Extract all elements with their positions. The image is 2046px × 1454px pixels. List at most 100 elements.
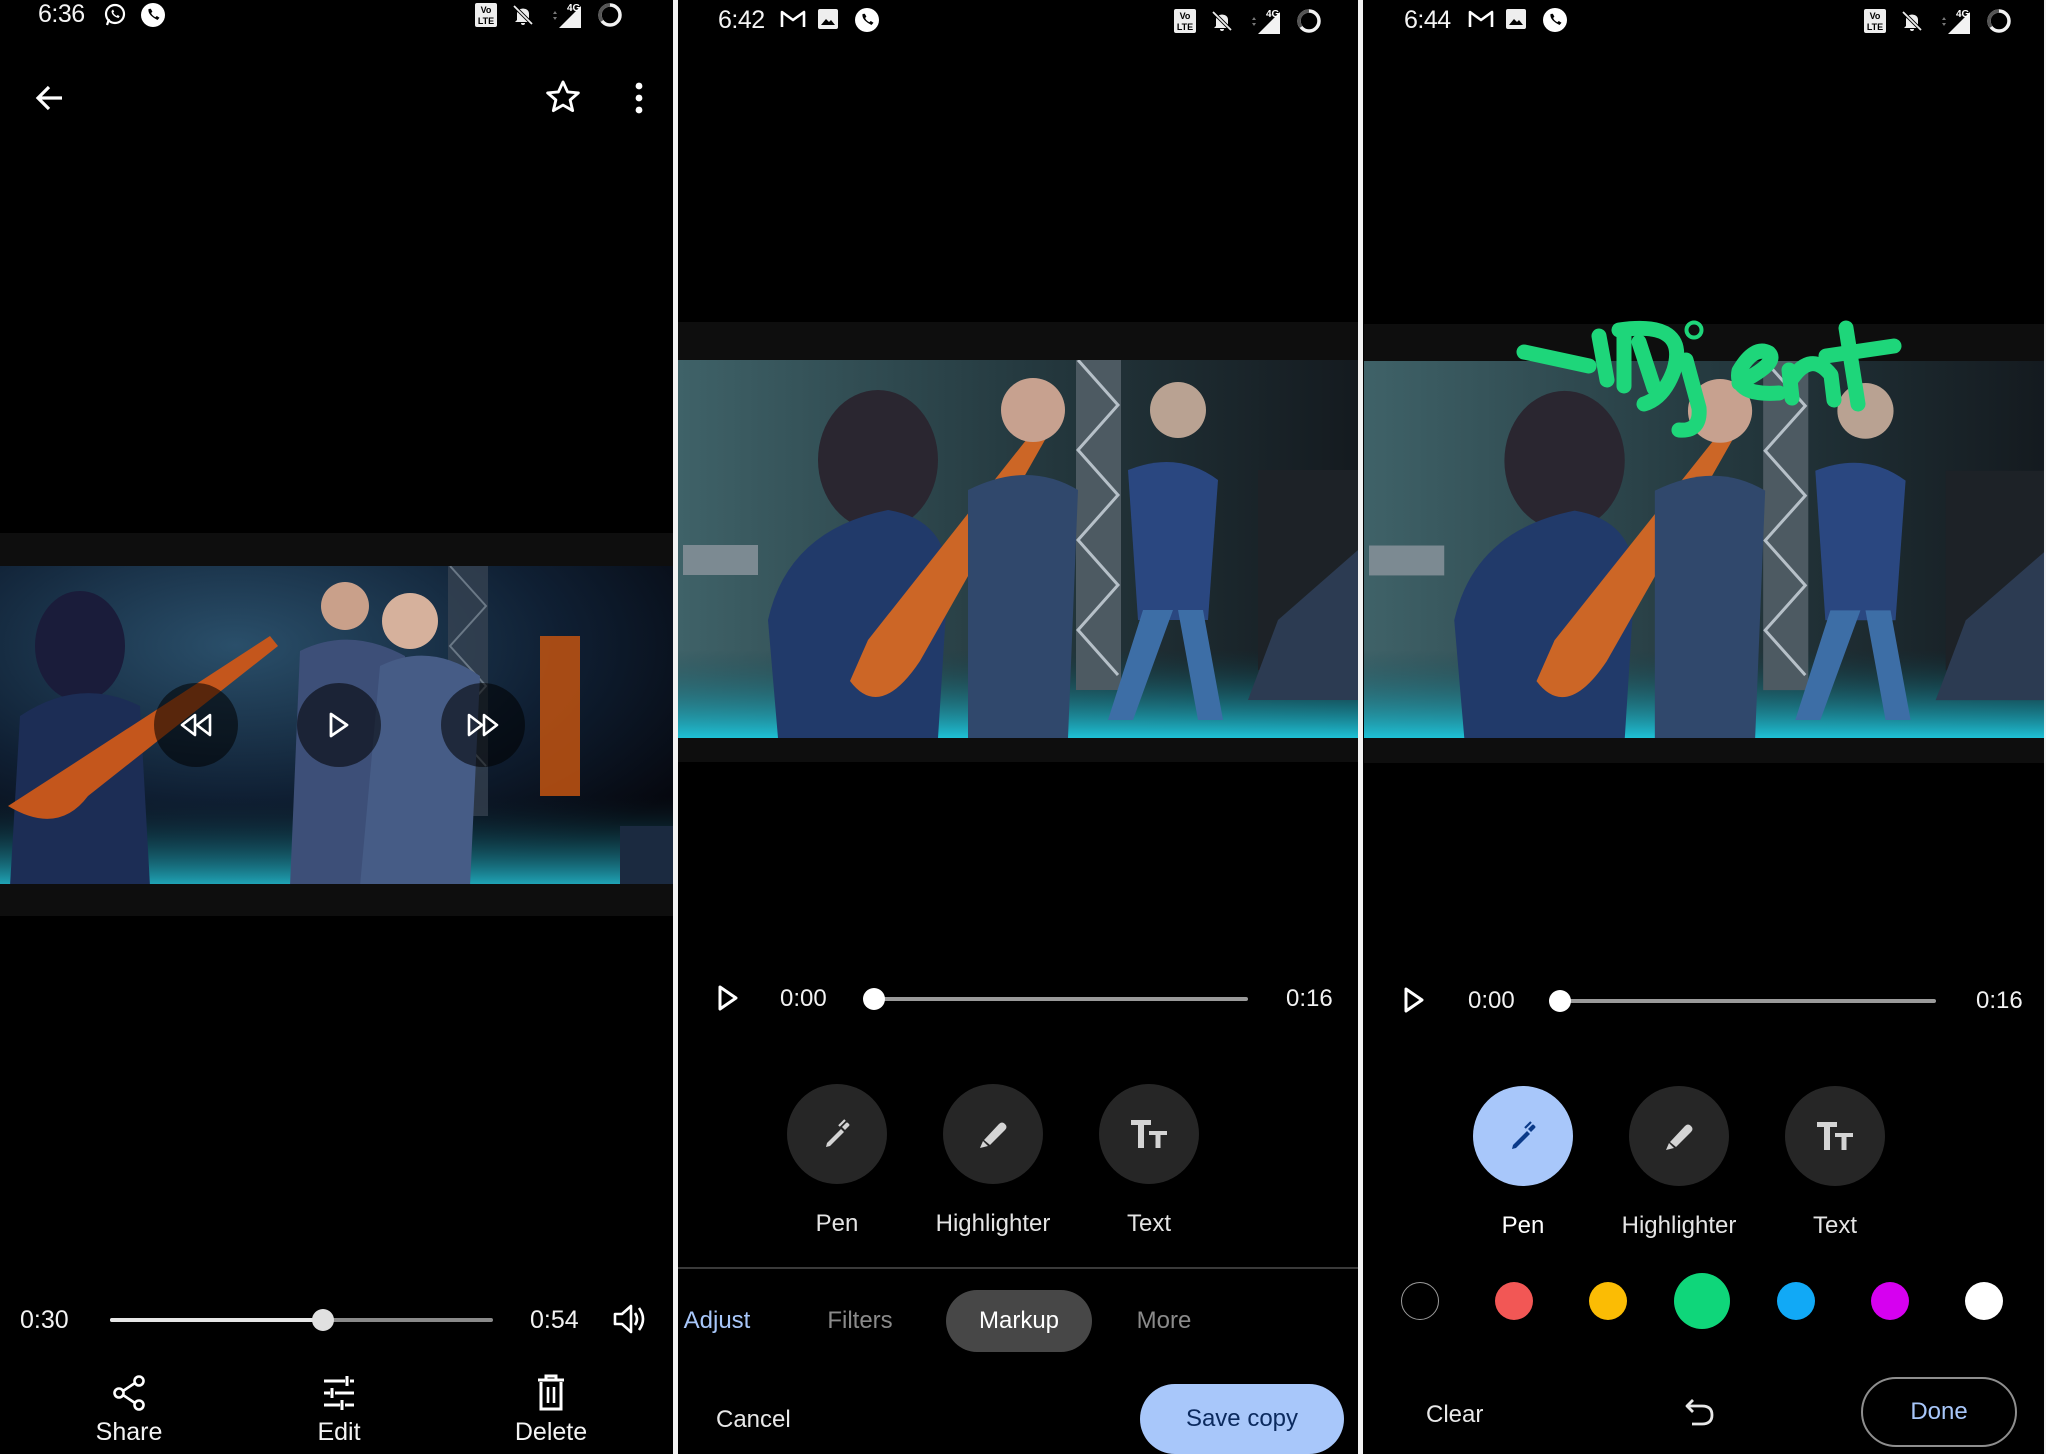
phone-call-icon xyxy=(1542,7,1568,38)
color-swatch-green[interactable] xyxy=(1674,1273,1730,1329)
cancel-button[interactable]: Cancel xyxy=(716,1406,791,1434)
battery-ring-icon xyxy=(598,3,622,27)
star-outline-icon[interactable] xyxy=(544,78,582,121)
play-button[interactable] xyxy=(297,683,381,767)
share-label: Share xyxy=(95,1418,163,1446)
status-right-icons: Vo LTE 4G xyxy=(1174,8,1322,34)
volte-icon: VoLTE xyxy=(475,3,497,27)
battery-ring-icon xyxy=(1297,9,1321,33)
text-format-icon xyxy=(1817,1122,1853,1150)
tool-highlighter-button[interactable] xyxy=(1629,1086,1729,1186)
tool-text[interactable]: Text xyxy=(1074,1084,1224,1238)
delete-label: Delete xyxy=(514,1418,588,1446)
current-time: 0:00 xyxy=(1468,987,1515,1014)
tool-pen[interactable]: Pen xyxy=(762,1084,912,1238)
pen-annotation-djent[interactable] xyxy=(1364,300,2046,450)
trim-seek-bar[interactable] xyxy=(1549,990,1936,1012)
total-time: 0:54 xyxy=(530,1306,579,1334)
battery-ring-icon xyxy=(1987,9,2011,33)
save-copy-button[interactable]: Save copy xyxy=(1140,1384,1344,1454)
tool-text-button[interactable] xyxy=(1785,1086,1885,1186)
seek-thumb[interactable] xyxy=(311,1309,334,1331)
status-bar: 6:42 Vo LTE 4G xyxy=(678,0,1358,40)
tool-text-button[interactable] xyxy=(1099,1084,1199,1184)
markup-editor-panel: 6:42 Vo LTE 4G 0:00 0:16 Pen Highlighter… xyxy=(678,0,1358,1454)
play-icon[interactable] xyxy=(1402,986,1426,1019)
tool-text-label: Text xyxy=(1126,1210,1171,1237)
whatsapp-icon xyxy=(103,3,127,32)
color-swatch-white[interactable] xyxy=(1965,1282,2003,1320)
tool-highlighter-label: Highlighter xyxy=(1621,1212,1737,1239)
tab-more[interactable]: More xyxy=(1114,1290,1214,1352)
status-time: 6:42 xyxy=(718,6,765,34)
more-vert-icon[interactable] xyxy=(629,80,649,121)
color-swatch-blue[interactable] xyxy=(1777,1282,1815,1320)
volte-icon: VoLTE xyxy=(1174,9,1196,33)
svg-text:4G: 4G xyxy=(1266,9,1280,20)
current-time: 0:00 xyxy=(780,985,827,1012)
arrow-left-icon[interactable] xyxy=(32,80,68,121)
tool-highlighter-label: Highlighter xyxy=(935,1210,1051,1237)
seek-bar[interactable] xyxy=(110,1309,493,1331)
edit-button[interactable]: Edit xyxy=(259,1374,419,1447)
svg-text:Vo: Vo xyxy=(1870,11,1881,21)
undo-icon[interactable] xyxy=(1684,1396,1716,1435)
bell-off-icon xyxy=(512,4,534,26)
tool-highlighter[interactable]: Highlighter xyxy=(1604,1086,1754,1240)
tab-adjust[interactable]: Adjust xyxy=(678,1290,762,1352)
rewind-button[interactable] xyxy=(154,683,238,767)
pen-icon xyxy=(826,1119,850,1147)
signal-4g-icon: 4G xyxy=(1942,9,1970,34)
tab-markup[interactable]: Markup xyxy=(946,1290,1092,1352)
color-swatch-red[interactable] xyxy=(1495,1282,1533,1320)
tool-text-label: Text xyxy=(1812,1212,1857,1239)
bell-off-icon xyxy=(1901,10,1923,32)
color-swatch-black[interactable] xyxy=(1401,1282,1439,1320)
play-icon[interactable] xyxy=(716,984,740,1017)
trim-seek-bar[interactable] xyxy=(863,988,1248,1010)
fast-forward-button[interactable] xyxy=(441,683,525,767)
seek-thumb[interactable] xyxy=(1549,990,1571,1012)
video-frame[interactable] xyxy=(678,360,1358,738)
svg-text:4G: 4G xyxy=(567,3,581,14)
status-right-icons: Vo LTE 4G xyxy=(1864,8,2012,34)
text-format-icon xyxy=(1131,1120,1167,1148)
svg-text:Vo: Vo xyxy=(1180,11,1191,21)
tool-pen-label: Pen xyxy=(1501,1212,1545,1239)
tool-highlighter[interactable]: Highlighter xyxy=(918,1084,1068,1238)
tool-highlighter-button[interactable] xyxy=(943,1084,1043,1184)
tune-sliders-icon xyxy=(324,1376,354,1410)
image-icon xyxy=(1506,9,1526,34)
svg-text:LTE: LTE xyxy=(1177,22,1193,32)
current-time: 0:30 xyxy=(20,1306,69,1334)
status-right-icons: Vo LTE 4G xyxy=(475,2,623,28)
signal-4g-icon: 4G xyxy=(1252,9,1280,34)
tool-pen-button[interactable] xyxy=(787,1084,887,1184)
color-swatch-yellow[interactable] xyxy=(1589,1282,1627,1320)
share-icon xyxy=(113,1375,145,1411)
rewind-icon xyxy=(180,713,212,737)
tool-text[interactable]: Text xyxy=(1760,1086,1910,1240)
share-button[interactable]: Share xyxy=(49,1374,209,1447)
status-bar: 6:44 Vo LTE 4G xyxy=(1364,0,2046,40)
svg-text:4G: 4G xyxy=(1956,9,1970,20)
gmail-icon xyxy=(780,9,806,34)
status-bar: 6:36 Vo LTE 4G xyxy=(0,0,673,40)
svg-text:LTE: LTE xyxy=(1867,22,1883,32)
gmail-icon xyxy=(1468,9,1494,34)
trash-icon xyxy=(538,1374,564,1411)
signal-4g-icon: 4G xyxy=(553,3,581,28)
color-swatch-purple[interactable] xyxy=(1871,1282,1909,1320)
tab-filters[interactable]: Filters xyxy=(800,1290,920,1352)
status-time: 6:36 xyxy=(38,0,85,28)
delete-button[interactable]: Delete xyxy=(471,1374,631,1447)
volume-icon[interactable] xyxy=(612,1302,648,1341)
done-button[interactable]: Done xyxy=(1861,1377,2017,1447)
markup-pen-panel: 6:44 Vo LTE 4G 0:00 0:16 Pen Highlighter… xyxy=(1364,0,2046,1454)
highlighter-icon xyxy=(1666,1124,1693,1150)
clear-button[interactable]: Clear xyxy=(1426,1401,1483,1429)
edit-label: Edit xyxy=(317,1418,361,1446)
seek-thumb[interactable] xyxy=(863,988,885,1010)
tool-pen[interactable]: Pen xyxy=(1448,1086,1598,1240)
tool-pen-button[interactable] xyxy=(1473,1086,1573,1186)
